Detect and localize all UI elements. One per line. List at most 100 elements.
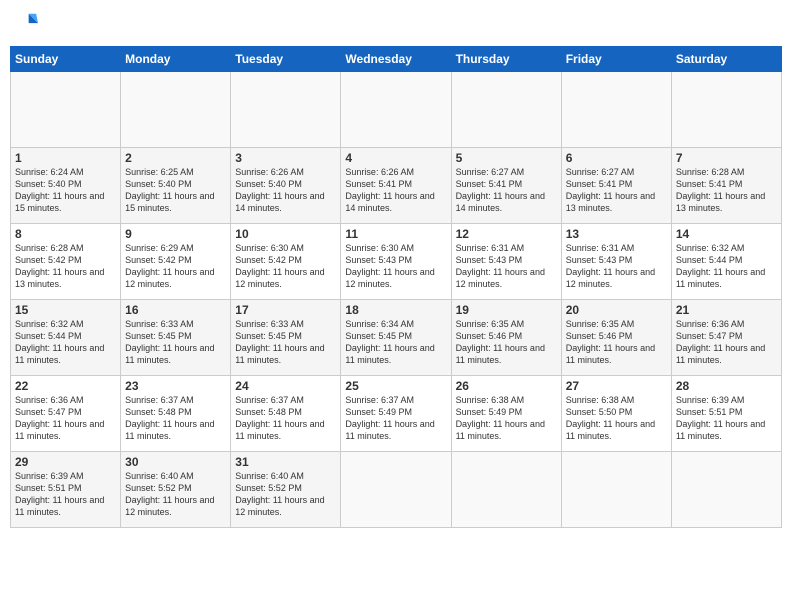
calendar-cell: 25 Sunrise: 6:37 AMSunset: 5:49 PMDaylig… xyxy=(341,376,451,452)
day-number: 27 xyxy=(566,379,667,393)
day-number: 9 xyxy=(125,227,226,241)
day-info: Sunrise: 6:24 AMSunset: 5:40 PMDaylight:… xyxy=(15,166,116,215)
day-number: 3 xyxy=(235,151,336,165)
calendar-cell xyxy=(231,72,341,148)
calendar-cell: 4 Sunrise: 6:26 AMSunset: 5:41 PMDayligh… xyxy=(341,148,451,224)
day-info: Sunrise: 6:35 AMSunset: 5:46 PMDaylight:… xyxy=(456,318,557,367)
calendar-cell xyxy=(561,452,671,528)
column-header-wednesday: Wednesday xyxy=(341,47,451,72)
calendar-cell: 8 Sunrise: 6:28 AMSunset: 5:42 PMDayligh… xyxy=(11,224,121,300)
column-header-thursday: Thursday xyxy=(451,47,561,72)
day-info: Sunrise: 6:26 AMSunset: 5:40 PMDaylight:… xyxy=(235,166,336,215)
calendar-cell: 31 Sunrise: 6:40 AMSunset: 5:52 PMDaylig… xyxy=(231,452,341,528)
day-number: 19 xyxy=(456,303,557,317)
day-info: Sunrise: 6:40 AMSunset: 5:52 PMDaylight:… xyxy=(125,470,226,519)
calendar-cell xyxy=(671,72,781,148)
day-info: Sunrise: 6:26 AMSunset: 5:41 PMDaylight:… xyxy=(345,166,446,215)
calendar-week-0 xyxy=(11,72,782,148)
calendar-cell xyxy=(341,72,451,148)
day-number: 22 xyxy=(15,379,116,393)
day-info: Sunrise: 6:40 AMSunset: 5:52 PMDaylight:… xyxy=(235,470,336,519)
day-number: 13 xyxy=(566,227,667,241)
day-number: 10 xyxy=(235,227,336,241)
calendar-cell: 9 Sunrise: 6:29 AMSunset: 5:42 PMDayligh… xyxy=(121,224,231,300)
day-info: Sunrise: 6:31 AMSunset: 5:43 PMDaylight:… xyxy=(456,242,557,291)
calendar-cell: 21 Sunrise: 6:36 AMSunset: 5:47 PMDaylig… xyxy=(671,300,781,376)
calendar-cell xyxy=(451,452,561,528)
calendar-header-row: SundayMondayTuesdayWednesdayThursdayFrid… xyxy=(11,47,782,72)
day-number: 28 xyxy=(676,379,777,393)
column-header-friday: Friday xyxy=(561,47,671,72)
calendar-cell xyxy=(11,72,121,148)
day-number: 21 xyxy=(676,303,777,317)
column-header-tuesday: Tuesday xyxy=(231,47,341,72)
day-info: Sunrise: 6:33 AMSunset: 5:45 PMDaylight:… xyxy=(125,318,226,367)
day-info: Sunrise: 6:32 AMSunset: 5:44 PMDaylight:… xyxy=(15,318,116,367)
day-info: Sunrise: 6:28 AMSunset: 5:41 PMDaylight:… xyxy=(676,166,777,215)
calendar-cell: 30 Sunrise: 6:40 AMSunset: 5:52 PMDaylig… xyxy=(121,452,231,528)
calendar-cell: 18 Sunrise: 6:34 AMSunset: 5:45 PMDaylig… xyxy=(341,300,451,376)
calendar-cell: 14 Sunrise: 6:32 AMSunset: 5:44 PMDaylig… xyxy=(671,224,781,300)
day-number: 11 xyxy=(345,227,446,241)
calendar-week-1: 1 Sunrise: 6:24 AMSunset: 5:40 PMDayligh… xyxy=(11,148,782,224)
calendar-cell: 29 Sunrise: 6:39 AMSunset: 5:51 PMDaylig… xyxy=(11,452,121,528)
day-info: Sunrise: 6:32 AMSunset: 5:44 PMDaylight:… xyxy=(676,242,777,291)
calendar-cell xyxy=(671,452,781,528)
day-info: Sunrise: 6:29 AMSunset: 5:42 PMDaylight:… xyxy=(125,242,226,291)
day-number: 20 xyxy=(566,303,667,317)
page-header xyxy=(10,10,782,38)
calendar-cell xyxy=(561,72,671,148)
day-info: Sunrise: 6:34 AMSunset: 5:45 PMDaylight:… xyxy=(345,318,446,367)
day-number: 5 xyxy=(456,151,557,165)
day-info: Sunrise: 6:27 AMSunset: 5:41 PMDaylight:… xyxy=(456,166,557,215)
day-info: Sunrise: 6:37 AMSunset: 5:49 PMDaylight:… xyxy=(345,394,446,443)
day-info: Sunrise: 6:38 AMSunset: 5:49 PMDaylight:… xyxy=(456,394,557,443)
day-info: Sunrise: 6:39 AMSunset: 5:51 PMDaylight:… xyxy=(15,470,116,519)
day-info: Sunrise: 6:30 AMSunset: 5:42 PMDaylight:… xyxy=(235,242,336,291)
day-info: Sunrise: 6:31 AMSunset: 5:43 PMDaylight:… xyxy=(566,242,667,291)
calendar-cell: 19 Sunrise: 6:35 AMSunset: 5:46 PMDaylig… xyxy=(451,300,561,376)
day-info: Sunrise: 6:37 AMSunset: 5:48 PMDaylight:… xyxy=(235,394,336,443)
day-number: 31 xyxy=(235,455,336,469)
day-number: 30 xyxy=(125,455,226,469)
day-number: 16 xyxy=(125,303,226,317)
day-number: 6 xyxy=(566,151,667,165)
day-info: Sunrise: 6:38 AMSunset: 5:50 PMDaylight:… xyxy=(566,394,667,443)
calendar-cell: 3 Sunrise: 6:26 AMSunset: 5:40 PMDayligh… xyxy=(231,148,341,224)
calendar-week-5: 29 Sunrise: 6:39 AMSunset: 5:51 PMDaylig… xyxy=(11,452,782,528)
calendar-cell: 1 Sunrise: 6:24 AMSunset: 5:40 PMDayligh… xyxy=(11,148,121,224)
day-info: Sunrise: 6:27 AMSunset: 5:41 PMDaylight:… xyxy=(566,166,667,215)
calendar-cell: 6 Sunrise: 6:27 AMSunset: 5:41 PMDayligh… xyxy=(561,148,671,224)
calendar-cell: 17 Sunrise: 6:33 AMSunset: 5:45 PMDaylig… xyxy=(231,300,341,376)
calendar-cell: 24 Sunrise: 6:37 AMSunset: 5:48 PMDaylig… xyxy=(231,376,341,452)
day-info: Sunrise: 6:36 AMSunset: 5:47 PMDaylight:… xyxy=(15,394,116,443)
calendar-cell: 7 Sunrise: 6:28 AMSunset: 5:41 PMDayligh… xyxy=(671,148,781,224)
calendar-cell: 5 Sunrise: 6:27 AMSunset: 5:41 PMDayligh… xyxy=(451,148,561,224)
calendar-cell: 28 Sunrise: 6:39 AMSunset: 5:51 PMDaylig… xyxy=(671,376,781,452)
day-number: 12 xyxy=(456,227,557,241)
day-info: Sunrise: 6:33 AMSunset: 5:45 PMDaylight:… xyxy=(235,318,336,367)
logo-icon xyxy=(10,10,38,38)
day-info: Sunrise: 6:25 AMSunset: 5:40 PMDaylight:… xyxy=(125,166,226,215)
day-number: 1 xyxy=(15,151,116,165)
calendar-week-2: 8 Sunrise: 6:28 AMSunset: 5:42 PMDayligh… xyxy=(11,224,782,300)
calendar-cell: 10 Sunrise: 6:30 AMSunset: 5:42 PMDaylig… xyxy=(231,224,341,300)
day-number: 8 xyxy=(15,227,116,241)
day-number: 18 xyxy=(345,303,446,317)
calendar-week-3: 15 Sunrise: 6:32 AMSunset: 5:44 PMDaylig… xyxy=(11,300,782,376)
day-number: 2 xyxy=(125,151,226,165)
calendar-cell: 16 Sunrise: 6:33 AMSunset: 5:45 PMDaylig… xyxy=(121,300,231,376)
day-number: 17 xyxy=(235,303,336,317)
calendar-cell: 23 Sunrise: 6:37 AMSunset: 5:48 PMDaylig… xyxy=(121,376,231,452)
calendar-week-4: 22 Sunrise: 6:36 AMSunset: 5:47 PMDaylig… xyxy=(11,376,782,452)
day-info: Sunrise: 6:39 AMSunset: 5:51 PMDaylight:… xyxy=(676,394,777,443)
calendar-cell: 11 Sunrise: 6:30 AMSunset: 5:43 PMDaylig… xyxy=(341,224,451,300)
day-info: Sunrise: 6:28 AMSunset: 5:42 PMDaylight:… xyxy=(15,242,116,291)
calendar-cell xyxy=(451,72,561,148)
column-header-sunday: Sunday xyxy=(11,47,121,72)
column-header-saturday: Saturday xyxy=(671,47,781,72)
calendar-cell: 27 Sunrise: 6:38 AMSunset: 5:50 PMDaylig… xyxy=(561,376,671,452)
logo xyxy=(10,10,40,38)
calendar-cell: 12 Sunrise: 6:31 AMSunset: 5:43 PMDaylig… xyxy=(451,224,561,300)
day-number: 23 xyxy=(125,379,226,393)
